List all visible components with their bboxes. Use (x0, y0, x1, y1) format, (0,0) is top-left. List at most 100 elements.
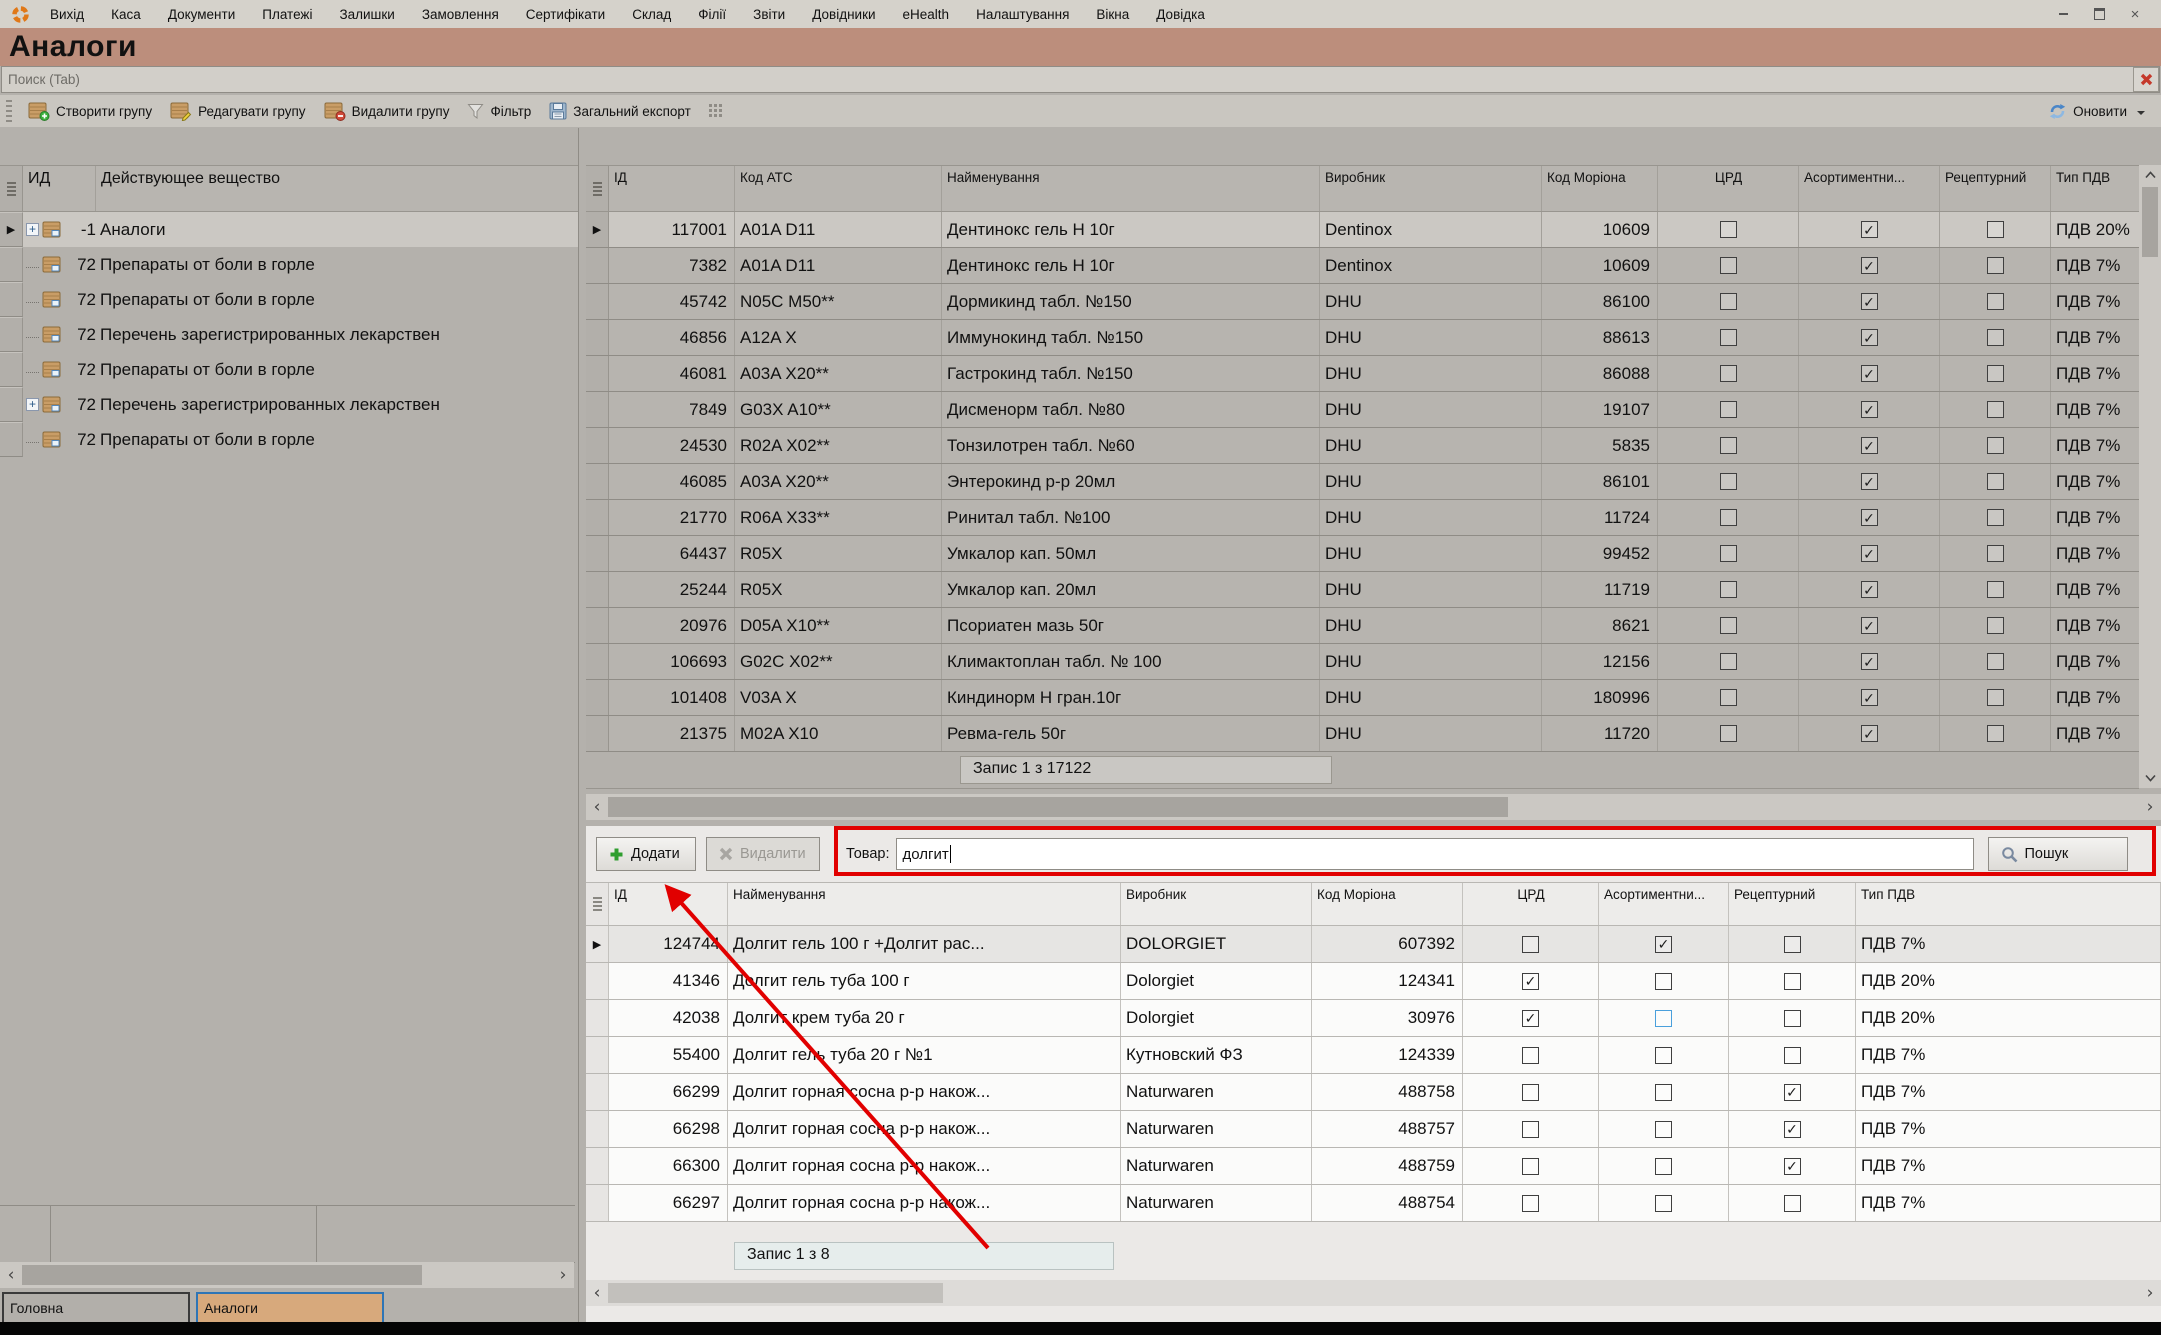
col-morion[interactable]: Код Моріона (1542, 166, 1658, 211)
tree-expander-icon[interactable] (26, 436, 39, 443)
scroll-thumb[interactable] (608, 1283, 943, 1303)
crd-checkbox[interactable] (1720, 257, 1737, 274)
menu-item[interactable]: Залишки (339, 7, 394, 22)
recipe-checkbox[interactable] (1987, 401, 2004, 418)
recipe-checkbox[interactable] (1987, 293, 2004, 310)
crd-checkbox[interactable] (1720, 365, 1737, 382)
menu-item[interactable]: Склад (632, 7, 671, 22)
col-assortment[interactable]: Асортиментни... (1599, 883, 1729, 925)
tree-expander-icon[interactable] (26, 331, 39, 338)
menu-item[interactable]: Вікна (1096, 7, 1129, 22)
scroll-down-icon[interactable] (2145, 768, 2156, 788)
assortment-checkbox[interactable] (1655, 1121, 1672, 1138)
col-morion[interactable]: Код Моріона (1312, 883, 1463, 925)
crd-checkbox[interactable] (1720, 725, 1737, 742)
table-row[interactable]: 7382 A01A D11 Дентинокс гель Н 10г Denti… (586, 248, 2139, 284)
crd-checkbox[interactable] (1522, 1121, 1539, 1138)
export-button[interactable]: Загальний експорт (545, 99, 695, 123)
delete-group-button[interactable]: Видалити групу (320, 99, 454, 124)
table-row[interactable]: 46081 A03A X20** Гастрокинд табл. №150 D… (586, 356, 2139, 392)
table-row[interactable]: 7849 G03X A10** Дисменорм табл. №80 DHU … (586, 392, 2139, 428)
assortment-checkbox[interactable] (1861, 617, 1878, 634)
recipe-checkbox[interactable] (1784, 1010, 1801, 1027)
recipe-checkbox[interactable] (1987, 365, 2004, 382)
table-row[interactable]: 46856 A12A X Иммунокинд табл. №150 DHU 8… (586, 320, 2139, 356)
assortment-checkbox[interactable] (1861, 473, 1878, 490)
assortment-checkbox[interactable] (1861, 221, 1878, 238)
delete-button[interactable]: Видалити (706, 837, 820, 871)
crd-checkbox[interactable] (1720, 689, 1737, 706)
col-id[interactable]: ІД (609, 166, 735, 211)
table-row[interactable]: 42038 Долгит крем туба 20 г Dolorgiet 30… (586, 1000, 2161, 1037)
tree-horizontal-scrollbar[interactable]: ‹ › (0, 1262, 574, 1288)
col-atc[interactable]: Код АТС (735, 166, 942, 211)
tree-row[interactable]: 72 Перечень зарегистрированных лекарстве… (0, 317, 578, 352)
recipe-checkbox[interactable] (1784, 1047, 1801, 1064)
recipe-checkbox[interactable] (1987, 581, 2004, 598)
assortment-checkbox[interactable] (1655, 1195, 1672, 1212)
recipe-checkbox[interactable] (1987, 689, 2004, 706)
bottom-column-chooser-icon[interactable] (586, 883, 609, 925)
recipe-checkbox[interactable] (1987, 617, 2004, 634)
window-tab[interactable]: Аналоги (196, 1292, 384, 1324)
crd-checkbox[interactable] (1720, 581, 1737, 598)
tree-expander-icon[interactable] (26, 223, 39, 236)
recipe-checkbox[interactable] (1987, 653, 2004, 670)
crd-checkbox[interactable] (1720, 437, 1737, 454)
menu-item[interactable]: eHealth (903, 7, 950, 22)
tree-row[interactable]: 72 Препараты от боли в горле (0, 247, 578, 282)
assortment-checkbox[interactable] (1861, 509, 1878, 526)
assortment-checkbox[interactable] (1861, 401, 1878, 418)
assortment-checkbox[interactable] (1655, 1047, 1672, 1064)
menu-item[interactable]: Каса (111, 7, 141, 22)
menu-item[interactable]: Платежі (262, 7, 312, 22)
tree-row[interactable]: 72 Препараты от боли в горле (0, 352, 578, 387)
minimize-button[interactable] (2055, 7, 2071, 21)
refresh-button[interactable]: Оновити (2044, 100, 2131, 123)
table-row[interactable]: 21375 M02A X10 Ревма-гель 50г DHU 11720 … (586, 716, 2139, 752)
assortment-checkbox[interactable] (1861, 545, 1878, 562)
table-row[interactable]: 66298 Долгит горная сосна р-р накож... N… (586, 1111, 2161, 1148)
tree-header-id[interactable]: ИД (23, 166, 96, 211)
table-row[interactable]: 25244 R05X Умкалор кап. 20мл DHU 11719 П… (586, 572, 2139, 608)
recipe-checkbox[interactable] (1987, 437, 2004, 454)
filter-button[interactable]: Фільтр (463, 100, 535, 123)
scroll-thumb[interactable] (608, 797, 1508, 817)
crd-checkbox[interactable] (1720, 617, 1737, 634)
tree-row[interactable]: 72 Препараты от боли в горле (0, 422, 578, 457)
assortment-checkbox[interactable] (1861, 581, 1878, 598)
col-name[interactable]: Найменування (728, 883, 1121, 925)
recipe-checkbox[interactable] (1987, 545, 2004, 562)
assortment-checkbox[interactable] (1655, 1084, 1672, 1101)
crd-checkbox[interactable] (1522, 1195, 1539, 1212)
assortment-checkbox[interactable] (1655, 1158, 1672, 1175)
crd-checkbox[interactable] (1720, 545, 1737, 562)
search-button[interactable]: Пошук (1988, 837, 2128, 871)
col-crd[interactable]: ЦРД (1463, 883, 1599, 925)
toolbar-grip[interactable] (6, 100, 12, 122)
menu-item[interactable]: Звіти (753, 7, 785, 22)
product-search-input[interactable]: долгит (896, 838, 1974, 870)
recipe-checkbox[interactable] (1987, 509, 2004, 526)
crd-checkbox[interactable] (1522, 1047, 1539, 1064)
assortment-checkbox[interactable] (1861, 293, 1878, 310)
table-row[interactable]: 24530 R02A X02** Тонзилотрен табл. №60 D… (586, 428, 2139, 464)
tree-header-substance[interactable]: Действующее вещество (96, 166, 578, 211)
assortment-checkbox[interactable] (1655, 936, 1672, 953)
menu-item[interactable]: Вихід (50, 7, 84, 22)
table-row[interactable]: 55400 Долгит гель туба 20 г №1 Кутновски… (586, 1037, 2161, 1074)
assortment-checkbox[interactable] (1861, 725, 1878, 742)
close-button[interactable]: × (2127, 7, 2143, 21)
col-vat[interactable]: Тип ПДВ (2051, 166, 2139, 211)
refresh-dropdown-caret[interactable] (2137, 111, 2145, 119)
table-row[interactable]: 66297 Долгит горная сосна р-р накож... N… (586, 1185, 2161, 1222)
table-row[interactable]: 66300 Долгит горная сосна р-р накож... N… (586, 1148, 2161, 1185)
scroll-up-icon[interactable] (2145, 165, 2156, 185)
menu-item[interactable]: Сертифікати (526, 7, 605, 22)
table-row[interactable]: 46085 A03A X20** Энтерокинд р-р 20мл DHU… (586, 464, 2139, 500)
assortment-checkbox[interactable] (1655, 973, 1672, 990)
recipe-checkbox[interactable] (1784, 1121, 1801, 1138)
table-row[interactable]: 124744 Долгит гель 100 г +Долгит рас... … (586, 926, 2161, 963)
col-manufacturer[interactable]: Виробник (1121, 883, 1312, 925)
recipe-checkbox[interactable] (1987, 473, 2004, 490)
